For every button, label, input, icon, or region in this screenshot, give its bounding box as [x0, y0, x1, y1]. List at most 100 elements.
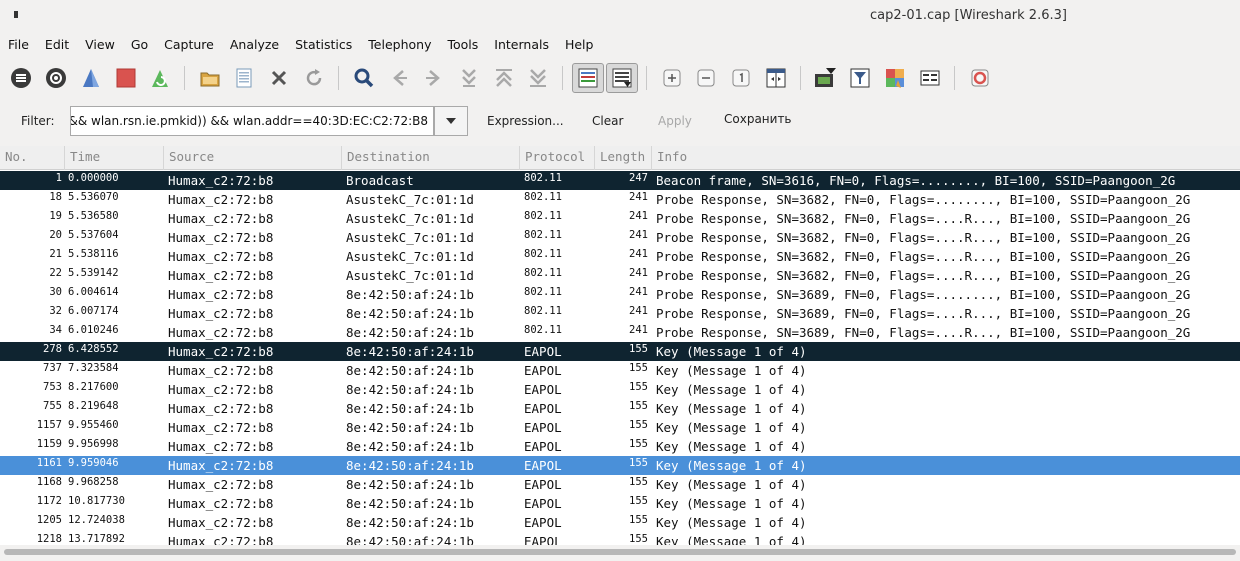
- go-last-icon[interactable]: [524, 64, 552, 92]
- packet-length: 155: [629, 381, 648, 393]
- packet-time: 9.968258: [68, 476, 119, 488]
- packet-info: Key (Message 1 of 4): [656, 363, 807, 378]
- filter-history-dropdown[interactable]: [434, 106, 468, 136]
- packet-row[interactable]: 1172 10.817730 Humax_c2:72:b8 8e:42:50:af:2…: [0, 494, 1240, 513]
- packet-row[interactable]: 32 6.007174 Humax_c2:72:b8 8e:42:50:af:24:1…: [0, 304, 1240, 323]
- column-header-protocol[interactable]: Protocol: [520, 146, 595, 170]
- packet-source: Humax_c2:72:b8: [168, 401, 274, 416]
- zoom-normal-icon[interactable]: [727, 64, 755, 92]
- menu-edit[interactable]: Edit: [45, 37, 69, 52]
- packet-row[interactable]: 30 6.004614 Humax_c2:72:b8 8e:42:50:af:24:1…: [0, 285, 1240, 304]
- go-forward-icon[interactable]: [420, 64, 448, 92]
- menu-analyze[interactable]: Analyze: [230, 37, 279, 52]
- packet-time: 7.323584: [68, 362, 119, 374]
- packet-time: 5.539142: [68, 267, 119, 279]
- apply-button[interactable]: Apply: [658, 114, 692, 128]
- packet-row[interactable]: 34 6.010246 Humax_c2:72:b8 8e:42:50:af:24:1…: [0, 323, 1240, 342]
- zoom-out-icon[interactable]: [692, 64, 720, 92]
- menu-view[interactable]: View: [85, 37, 115, 52]
- zoom-in-icon[interactable]: [658, 64, 686, 92]
- column-header-time[interactable]: Time: [65, 146, 164, 170]
- packet-row[interactable]: 20 5.537604 Humax_c2:72:b8 AsustekC_7c:01:1…: [0, 228, 1240, 247]
- packet-row[interactable]: 1159 9.956998 Humax_c2:72:b8 8e:42:50:af:24…: [0, 437, 1240, 456]
- packet-row[interactable]: 21 5.538116 Humax_c2:72:b8 AsustekC_7c:01:1…: [0, 247, 1240, 266]
- go-back-icon[interactable]: [385, 64, 413, 92]
- save-filter-button[interactable]: Сохранить: [724, 112, 792, 126]
- menu-go[interactable]: Go: [131, 37, 148, 52]
- packet-row[interactable]: 1 0.000000 Humax_c2:72:b8 Broadcast 802.11 24…: [0, 171, 1240, 190]
- horizontal-scrollbar[interactable]: [0, 545, 1240, 561]
- colorize-icon[interactable]: [572, 63, 604, 93]
- column-header-length[interactable]: Length: [595, 146, 652, 170]
- menu-tools[interactable]: Tools: [447, 37, 478, 52]
- display-filter-input[interactable]: :apol && wlan.rsn.ie.pmkid)) && wlan.add…: [70, 106, 434, 136]
- expression-button[interactable]: Expression...: [487, 114, 564, 128]
- packet-length: 241: [629, 305, 648, 317]
- packet-row[interactable]: 1161 9.959046 Humax_c2:72:b8 8e:42:50:af:24…: [0, 456, 1240, 475]
- menu-file[interactable]: File: [8, 37, 29, 52]
- packet-no: 19: [49, 210, 62, 222]
- packet-row[interactable]: 737 7.323584 Humax_c2:72:b8 8e:42:50:af:24:…: [0, 361, 1240, 380]
- packet-row[interactable]: 1218 13.717892 Humax_c2:72:b8 8e:42:50:af:2…: [0, 532, 1240, 545]
- column-header-source[interactable]: Source: [164, 146, 342, 170]
- clear-button[interactable]: Clear: [592, 114, 623, 128]
- packet-destination: 8e:42:50:af:24:1b: [346, 363, 474, 378]
- help-icon[interactable]: [966, 64, 994, 92]
- packet-info: Key (Message 1 of 4): [656, 496, 807, 511]
- preferences-icon[interactable]: [916, 64, 944, 92]
- packet-destination: 8e:42:50:af:24:1b: [346, 515, 474, 530]
- packet-time: 9.955460: [68, 419, 119, 431]
- restart-capture-icon[interactable]: [146, 64, 174, 92]
- packet-row[interactable]: 18 5.536070 Humax_c2:72:b8 AsustekC_7c:01:1…: [0, 190, 1240, 209]
- open-file-icon[interactable]: [196, 64, 224, 92]
- save-file-icon[interactable]: [230, 64, 258, 92]
- packet-no: 1161: [36, 457, 62, 469]
- packet-time: 5.536580: [68, 210, 119, 222]
- menu-capture[interactable]: Capture: [164, 37, 214, 52]
- scrollbar-thumb[interactable]: [4, 549, 1236, 555]
- packet-row[interactable]: 753 8.217600 Humax_c2:72:b8 8e:42:50:af:24:…: [0, 380, 1240, 399]
- capture-filters-icon[interactable]: [811, 64, 839, 92]
- options-icon[interactable]: [42, 64, 70, 92]
- packet-row[interactable]: 1157 9.955460 Humax_c2:72:b8 8e:42:50:af:24…: [0, 418, 1240, 437]
- packet-info: Key (Message 1 of 4): [656, 344, 807, 359]
- packet-length: 247: [629, 172, 648, 184]
- display-filters-icon[interactable]: [846, 64, 874, 92]
- packet-info: Key (Message 1 of 4): [656, 515, 807, 530]
- packet-row[interactable]: 19 5.536580 Humax_c2:72:b8 AsustekC_7c:01:1…: [0, 209, 1240, 228]
- packet-protocol: EAPOL: [524, 534, 562, 545]
- menu-help[interactable]: Help: [565, 37, 594, 52]
- go-first-icon[interactable]: [490, 64, 518, 92]
- packet-time: 9.959046: [68, 457, 119, 469]
- interfaces-icon[interactable]: [7, 64, 35, 92]
- coloring-rules-icon[interactable]: [881, 64, 909, 92]
- stop-capture-icon[interactable]: [112, 64, 140, 92]
- packet-length: 155: [629, 476, 648, 488]
- packet-row[interactable]: 278 6.428552 Humax_c2:72:b8 8e:42:50:af:24:…: [0, 342, 1240, 361]
- packet-row[interactable]: 22 5.539142 Humax_c2:72:b8 AsustekC_7c:01:1…: [0, 266, 1240, 285]
- packet-protocol: 802.11: [524, 267, 562, 279]
- autoscroll-icon[interactable]: [606, 63, 638, 93]
- column-header-no[interactable]: No.: [0, 146, 65, 170]
- packet-row[interactable]: 755 8.219648 Humax_c2:72:b8 8e:42:50:af:24:…: [0, 399, 1240, 418]
- packet-row[interactable]: 1168 9.968258 Humax_c2:72:b8 8e:42:50:af:24…: [0, 475, 1240, 494]
- go-to-packet-icon[interactable]: [455, 64, 483, 92]
- packet-info: Key (Message 1 of 4): [656, 382, 807, 397]
- reload-icon[interactable]: [300, 64, 328, 92]
- start-capture-icon[interactable]: [77, 64, 105, 92]
- packet-length: 241: [629, 191, 648, 203]
- packet-protocol: 802.11: [524, 172, 562, 184]
- packet-time: 9.956998: [68, 438, 119, 450]
- menu-statistics[interactable]: Statistics: [295, 37, 352, 52]
- resize-columns-icon[interactable]: [762, 64, 790, 92]
- menu-telephony[interactable]: Telephony: [368, 37, 431, 52]
- find-packet-icon[interactable]: [350, 64, 378, 92]
- close-file-icon[interactable]: [265, 64, 293, 92]
- packet-list[interactable]: No. Time Source Destination Protocol Len…: [0, 146, 1240, 545]
- column-header-info[interactable]: Info: [652, 146, 1240, 170]
- packet-row[interactable]: 1205 12.724038 Humax_c2:72:b8 8e:42:50:af:2…: [0, 513, 1240, 532]
- menu-internals[interactable]: Internals: [494, 37, 549, 52]
- title-bar: cap2-01.cap [Wireshark 2.6.3]: [0, 0, 1240, 33]
- column-header-destination[interactable]: Destination: [342, 146, 520, 170]
- packet-length: 155: [629, 438, 648, 450]
